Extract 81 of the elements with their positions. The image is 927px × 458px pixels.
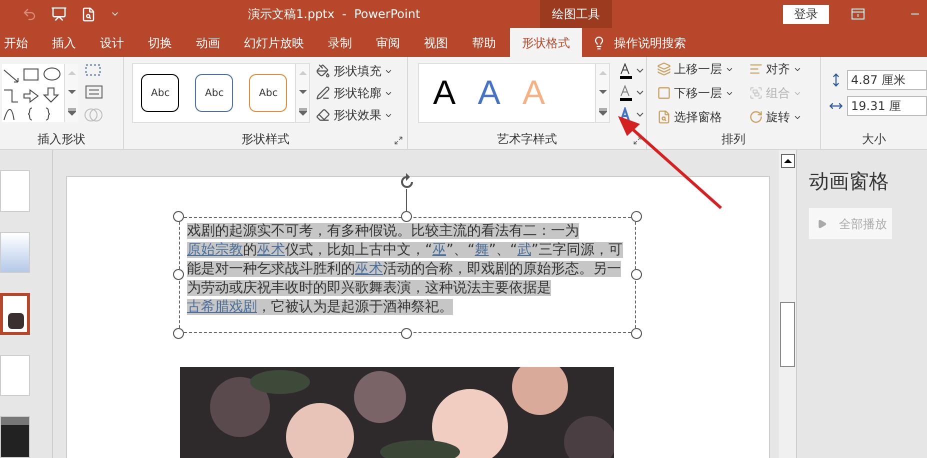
hyperlink[interactable]: 巫术 [355, 261, 383, 277]
text-fill-icon[interactable] [618, 63, 644, 79]
gallery-scroll-buttons[interactable] [595, 64, 610, 122]
shape-style-option[interactable]: Abc [249, 74, 288, 112]
ribbon-tab[interactable]: 视图 [414, 28, 458, 57]
rotate-handle-icon[interactable] [398, 173, 416, 191]
group-label: 插入形状 [38, 131, 86, 148]
ribbon-tab[interactable]: 形状格式 [510, 28, 582, 57]
wordart-style-option[interactable]: A [478, 76, 500, 110]
ribbon-tab[interactable]: 录制 [318, 28, 362, 57]
height-field[interactable]: 4.87 厘米 [847, 70, 927, 90]
text-box[interactable]: 戏剧的起源实不可考，有多种假说。比较主流的看法有二：一为 原始宗教的巫术仪式，比如上古中文，“巫”、“舞”、“武”三字同源，可能是对一种乞求战斗胜利的巫术活动的合称，即戏剧的原始形态。另一为劳动或庆祝丰收时的即兴歌舞表演，这种说法主要依据是 古希腊戏剧，它被认为是起源于酒神祭祀。 [179, 217, 636, 333]
text-box-icon[interactable] [84, 85, 104, 99]
dialog-launcher-icon[interactable] [633, 136, 642, 145]
arrange-command[interactable]: 旋转 [749, 108, 827, 126]
vertical-scrollbar[interactable] [779, 150, 797, 458]
width-field[interactable]: 19.31 厘 [847, 96, 927, 116]
slideshow-icon[interactable] [51, 6, 67, 22]
paragraph: 戏剧的起源实不可考，有多种假说。比较主流的看法有二：一为 原始宗教的巫术仪式，比如上古中文，“巫”、“舞”、“武”三字同源，可能是对一种乞求战斗胜利的巫术活动的合称，即戏剧的原始形态。另一为劳动或庆祝丰收时的即兴歌舞表演，这种说法主要依据是 古希腊戏剧，它被认为是起源于酒神祭祀。 [187, 222, 624, 317]
text-outline-icon[interactable] [618, 85, 644, 101]
resize-handle[interactable] [173, 328, 184, 339]
group-label: 艺术字样式 [497, 131, 557, 148]
eraser-icon [316, 108, 330, 122]
lightbulb-icon [592, 36, 606, 50]
arrange-command[interactable]: 上移一层 [657, 60, 749, 78]
shape-style-option[interactable]: Abc [195, 74, 234, 112]
resize-handle[interactable] [631, 211, 642, 222]
tell-me-search[interactable]: 操作说明搜索 [614, 34, 686, 52]
ribbon-tab[interactable]: 切换 [138, 28, 182, 57]
hyperlink[interactable]: 舞 [474, 242, 489, 258]
arrange-command[interactable]: 选择窗格 [657, 108, 749, 126]
shape-style-option[interactable]: Abc [141, 74, 180, 112]
hyperlink[interactable]: 巫术 [257, 242, 285, 258]
selection-pane-icon [657, 110, 671, 124]
ribbon-tab[interactable]: 开始 [0, 28, 38, 57]
group-icon [749, 86, 763, 100]
group-label: 形状样式 [242, 131, 290, 148]
resize-handle[interactable] [401, 328, 412, 339]
group-label: 排列 [722, 131, 746, 148]
sign-in-button[interactable]: 登录 [783, 4, 829, 24]
arrange-command[interactable]: 对齐 [749, 60, 827, 78]
ribbon-tab[interactable]: 帮助 [462, 28, 506, 57]
slide-thumbnail[interactable] [0, 293, 30, 335]
ribbon-tab[interactable]: 审阅 [366, 28, 410, 57]
gallery-scroll-buttons[interactable] [295, 64, 310, 122]
play-icon [817, 218, 827, 228]
resize-handle[interactable] [631, 269, 642, 280]
group-label: 大小 [862, 131, 886, 148]
ribbon-display-icon[interactable] [851, 8, 865, 20]
hyperlink[interactable]: 古希腊戏剧 [187, 299, 257, 315]
dialog-launcher-icon[interactable] [394, 136, 404, 145]
shape-format-command[interactable]: 形状轮廓 [316, 84, 394, 102]
scroll-thumb[interactable] [780, 302, 795, 367]
arrange-command[interactable]: 下移一层 [657, 84, 749, 102]
square-icon [657, 86, 671, 100]
ribbon-tab[interactable]: 幻灯片放映 [234, 28, 314, 57]
hyperlink[interactable]: 原始宗教 [187, 242, 243, 258]
layers-icon [657, 62, 671, 76]
ribbon-tab[interactable]: 插入 [42, 28, 86, 57]
rotate-icon [749, 110, 763, 124]
align-icon [749, 62, 763, 76]
print-preview-icon[interactable] [81, 6, 96, 22]
hyperlink[interactable]: 巫 [432, 242, 446, 258]
wordart-style-option[interactable]: A [433, 76, 456, 110]
resize-handle[interactable] [631, 328, 642, 339]
paint-bucket-icon [316, 64, 330, 78]
ribbon-tab[interactable]: 动画 [186, 28, 230, 57]
resize-handle[interactable] [401, 211, 412, 222]
gallery-scroll-buttons[interactable] [64, 64, 78, 122]
window-title: 演示文稿1.pptx - PowerPoint [248, 6, 422, 23]
hyperlink[interactable]: 武 [517, 242, 532, 258]
scroll-up-icon[interactable] [781, 154, 795, 168]
resize-handle[interactable] [173, 269, 184, 280]
shape-format-command[interactable]: 形状填充 [316, 62, 394, 80]
shape-format-command[interactable]: 形状效果 [316, 106, 394, 124]
ribbon-tab[interactable]: 设计 [90, 28, 134, 57]
pane-title: 动画窗格 [809, 168, 890, 195]
resize-handle[interactable] [173, 211, 184, 222]
contextual-tab-label: 绘图工具 [540, 0, 612, 28]
rotate-handle-stem [406, 189, 407, 211]
pen-icon [316, 86, 330, 100]
